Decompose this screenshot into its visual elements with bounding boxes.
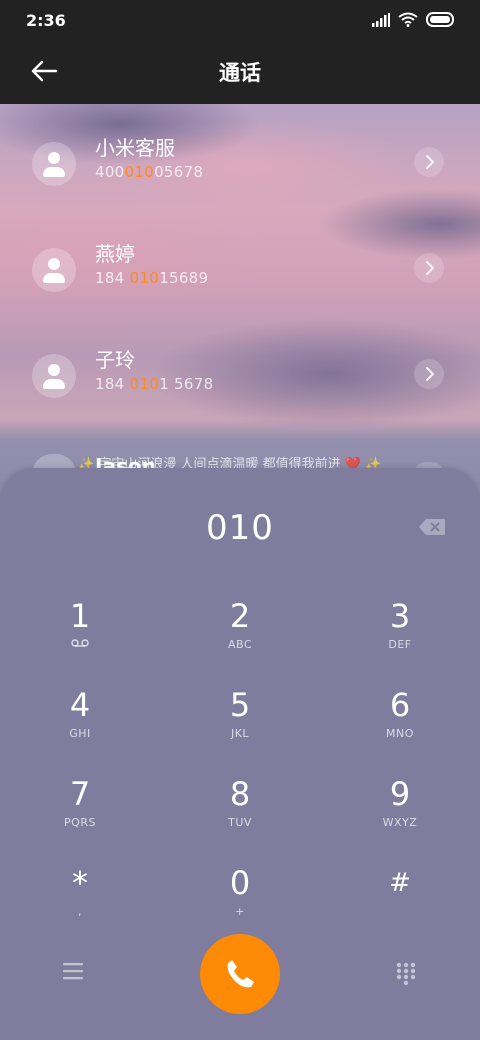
contact-row[interactable]: 子玲 184 0101 5678	[0, 344, 480, 424]
keypad-icon[interactable]	[396, 962, 416, 986]
dial-key-9[interactable]: 9 WXYZ	[340, 776, 460, 856]
dial-key-star[interactable]: * ,	[20, 865, 140, 945]
chevron-right-icon[interactable]	[414, 147, 444, 177]
phone-icon	[227, 960, 254, 988]
dialpad: 010 1 2 ABC 3 DEF 4 GHI 5 JKL 6 MNO 7 PQ…	[0, 468, 480, 1040]
contact-name: 子玲	[95, 348, 135, 372]
chevron-right-icon[interactable]	[414, 253, 444, 283]
avatar	[32, 142, 76, 186]
dial-key-3[interactable]: 3 DEF	[340, 598, 460, 678]
status-time: 2:36	[26, 11, 66, 30]
backspace-icon[interactable]	[418, 518, 446, 536]
dial-key-hash[interactable]: #	[340, 865, 460, 945]
page-title: 通话	[219, 61, 261, 85]
contact-name: 燕婷	[95, 242, 135, 266]
signal-icon	[372, 12, 390, 31]
dial-key-0[interactable]: 0 +	[180, 865, 300, 945]
dial-key-6[interactable]: 6 MNO	[340, 687, 460, 767]
wifi-icon	[398, 12, 418, 31]
contact-name: 小米客服	[95, 136, 175, 160]
contact-row[interactable]: 小米客服 40001005678	[0, 132, 480, 212]
call-button[interactable]	[200, 934, 280, 1014]
dial-key-2[interactable]: 2 ABC	[180, 598, 300, 678]
chevron-right-icon[interactable]	[414, 359, 444, 389]
voicemail-icon	[20, 638, 140, 652]
status-bar: 2:36	[0, 0, 480, 42]
dial-key-4[interactable]: 4 GHI	[20, 687, 140, 767]
contact-number: 184 01015689	[95, 269, 209, 287]
contact-number: 184 0101 5678	[95, 375, 214, 393]
avatar	[32, 354, 76, 398]
contact-number: 40001005678	[95, 163, 204, 181]
dial-key-1[interactable]: 1	[20, 598, 140, 678]
title-bar: 通话	[0, 42, 480, 104]
menu-icon[interactable]	[62, 961, 84, 981]
dial-key-5[interactable]: 5 JKL	[180, 687, 300, 767]
battery-icon	[426, 12, 456, 31]
dialed-number[interactable]: 010	[0, 508, 480, 548]
avatar	[32, 248, 76, 292]
dial-key-7[interactable]: 7 PQRS	[20, 776, 140, 856]
contact-row[interactable]: 燕婷 184 01015689	[0, 238, 480, 318]
dial-key-8[interactable]: 8 TUV	[180, 776, 300, 856]
